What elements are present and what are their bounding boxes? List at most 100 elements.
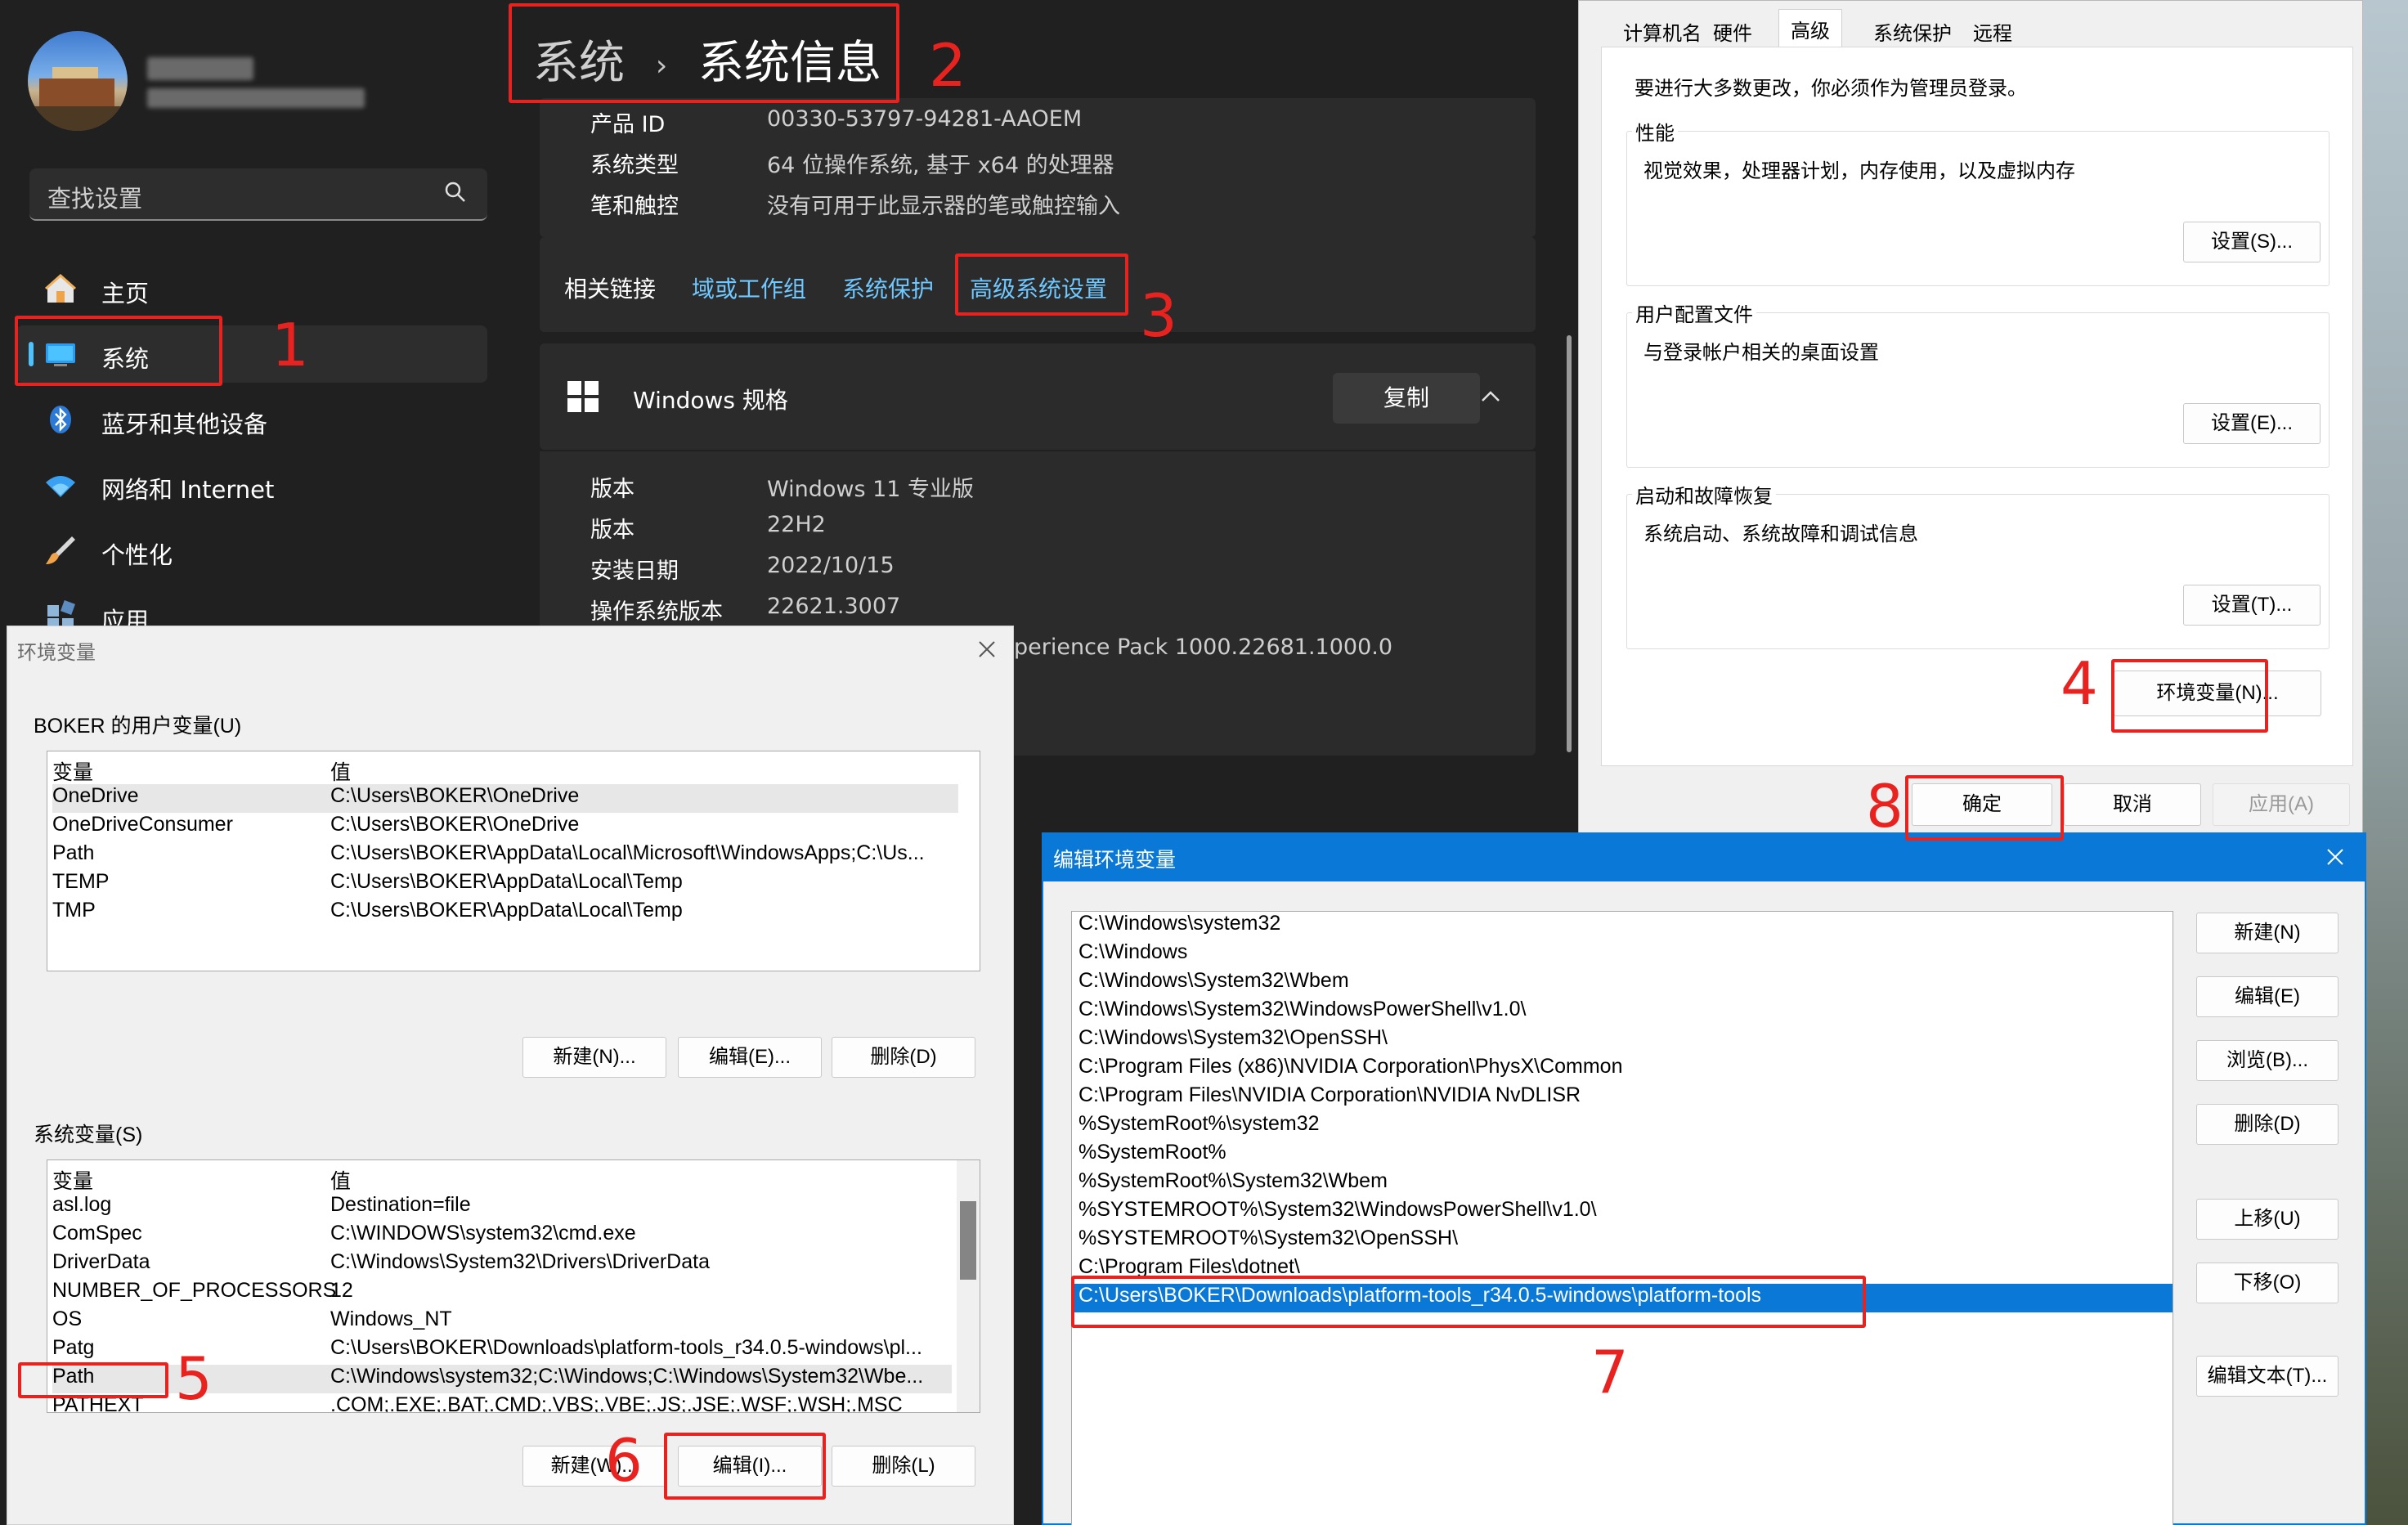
tab-hardware[interactable]: 硬件	[1702, 12, 1764, 48]
annotation-number: 6	[605, 1426, 643, 1495]
spec-key: 操作系统版本	[590, 599, 723, 625]
system-new-button[interactable]: 新建(W)...	[522, 1446, 666, 1487]
profile-settings-button[interactable]: 设置(E)...	[2183, 403, 2321, 444]
spec-key: 系统类型	[590, 153, 679, 178]
windows-spec-title: Windows 规格	[633, 387, 788, 414]
startup-settings-button[interactable]: 设置(T)...	[2183, 585, 2321, 626]
path-entries-list[interactable]: C:\Windows\system32 C:\Windows C:\Window…	[1071, 911, 2173, 1525]
spec-value: 2022/10/15	[767, 553, 895, 578]
path-edit-button[interactable]: 编辑(E)	[2196, 976, 2338, 1017]
spec-value: 00330-53797-94281-AAOEM	[767, 106, 1083, 132]
move-down-button[interactable]: 下移(O)	[2196, 1263, 2338, 1303]
annotation-number: 2	[929, 31, 966, 100]
tab-remote[interactable]: 远程	[1962, 12, 2024, 48]
list-item[interactable]: C:\Program Files\NVIDIA Corporation\NVID…	[1078, 1083, 1581, 1112]
edit-text-button[interactable]: 编辑文本(T)...	[2196, 1356, 2338, 1397]
user-edit-button[interactable]: 编辑(E)...	[678, 1037, 822, 1078]
list-item[interactable]: C:\Windows	[1078, 940, 1187, 969]
group-description: 系统启动、系统故障和调试信息	[1643, 523, 1918, 545]
close-icon[interactable]	[2325, 847, 2345, 867]
spec-key: 笔和触控	[590, 194, 679, 219]
list-item[interactable]: %SYSTEMROOT%\System32\WindowsPowerShell\…	[1078, 1198, 1597, 1227]
apply-button[interactable]: 应用(A)	[2213, 783, 2350, 826]
nav-item-network[interactable]: 网络和 Internet	[16, 456, 487, 514]
settings-scrollbar[interactable]	[1567, 335, 1572, 752]
column-header-variable[interactable]: 变量	[52, 756, 93, 786]
settings-search-box[interactable]: 查找设置	[29, 168, 487, 221]
list-item[interactable]: C:\Windows\System32\WindowsPowerShell\v1…	[1078, 998, 1526, 1026]
annotation-box	[955, 253, 1128, 316]
user-new-button[interactable]: 新建(N)...	[522, 1037, 666, 1078]
group-title: 启动和故障恢复	[1632, 480, 1776, 509]
system-vars-label: 系统变量(S)	[34, 1124, 143, 1146]
user-name-redacted	[147, 57, 253, 80]
column-header-value[interactable]: 值	[330, 1165, 351, 1195]
path-browse-button[interactable]: 浏览(B)...	[2196, 1040, 2338, 1081]
list-item[interactable]: %SYSTEMROOT%\System32\OpenSSH\	[1078, 1227, 1458, 1255]
path-delete-button[interactable]: 删除(D)	[2196, 1104, 2338, 1145]
search-icon[interactable]	[443, 180, 468, 204]
list-item[interactable]: C:\Windows\system32	[1078, 912, 1280, 940]
bluetooth-icon	[50, 406, 71, 433]
home-icon	[45, 273, 76, 303]
spec-value: 64 位操作系统, 基于 x64 的处理器	[767, 153, 1114, 178]
list-item[interactable]: C:\Windows\System32\Wbem	[1078, 969, 1349, 998]
spec-value: 22621.3007	[767, 594, 901, 619]
user-avatar[interactable]	[28, 31, 128, 131]
list-item[interactable]: %SystemRoot%\system32	[1078, 1112, 1320, 1141]
spec-value: Windows 11 专业版	[767, 477, 975, 502]
group-title: 用户配置文件	[1632, 298, 1756, 327]
nav-label: 个性化	[101, 541, 173, 569]
tab-computer-name[interactable]: 计算机名	[1612, 12, 1713, 48]
cancel-button[interactable]: 取消	[2064, 783, 2201, 826]
annotation-number: 7	[1591, 1338, 1629, 1406]
list-item[interactable]: C:\Program Files (x86)\NVIDIA Corporatio…	[1078, 1055, 1623, 1083]
system-delete-button[interactable]: 删除(L)	[832, 1446, 975, 1487]
copy-button[interactable]: 复制	[1333, 373, 1480, 424]
spec-key: 安装日期	[590, 558, 679, 584]
user-delete-button[interactable]: 删除(D)	[832, 1037, 975, 1078]
performance-group: 性能 视觉效果，处理器计划，内存使用，以及虚拟内存 设置(S)...	[1626, 117, 2330, 286]
list-item[interactable]: %SystemRoot%\System32\Wbem	[1078, 1169, 1388, 1198]
spec-key: 版本	[590, 518, 635, 543]
annotation-box	[2111, 659, 2268, 733]
dialog-titlebar[interactable]: 编辑环境变量	[1043, 834, 2365, 881]
nav-item-home[interactable]: 主页	[16, 260, 487, 317]
annotation-box	[15, 316, 222, 386]
close-icon[interactable]	[977, 639, 997, 659]
user-vars-list[interactable]: 变量 值 OneDrive C:\Users\BOKER\OneDrive One…	[47, 751, 980, 971]
startup-recovery-group: 启动和故障恢复 系统启动、系统故障和调试信息 设置(T)...	[1626, 480, 2330, 649]
table-row[interactable]: OneDrive C:\Users\BOKER\OneDrive	[52, 784, 958, 813]
annotation-box	[1905, 775, 2064, 841]
annotation-number: 8	[1866, 772, 1904, 841]
chevron-up-icon[interactable]	[1480, 389, 1501, 404]
performance-settings-button[interactable]: 设置(S)...	[2183, 222, 2321, 262]
path-new-button[interactable]: 新建(N)	[2196, 913, 2338, 953]
nav-item-bluetooth[interactable]: 蓝牙和其他设备	[16, 391, 487, 448]
group-title: 性能	[1632, 117, 1678, 146]
search-placeholder: 查找设置	[47, 185, 143, 213]
link-system-protection[interactable]: 系统保护	[842, 271, 934, 304]
column-header-variable[interactable]: 变量	[52, 1165, 93, 1195]
nav-item-personalization[interactable]: 个性化	[16, 522, 487, 579]
nav-label: 主页	[101, 280, 150, 307]
annotation-box	[18, 1362, 168, 1398]
nav-label: 蓝牙和其他设备	[101, 410, 268, 438]
tab-system-protection[interactable]: 系统保护	[1862, 12, 1963, 48]
annotation-box	[1071, 1276, 1866, 1328]
scrollbar-thumb[interactable]	[960, 1201, 976, 1280]
move-up-button[interactable]: 上移(U)	[2196, 1199, 2338, 1240]
user-email-redacted	[147, 88, 365, 108]
scrollbar-track[interactable]	[957, 1160, 980, 1412]
wifi-icon	[46, 476, 75, 497]
link-domain-workgroup[interactable]: 域或工作组	[692, 271, 806, 304]
spec-value: 22H2	[767, 512, 826, 537]
tab-advanced[interactable]: 高级	[1778, 9, 1842, 48]
windows-spec-header[interactable]: Windows 规格 复制	[540, 343, 1536, 450]
list-item[interactable]: C:\Windows\System32\OpenSSH\	[1078, 1026, 1388, 1055]
column-header-value[interactable]: 值	[330, 756, 351, 786]
windows-logo-icon	[567, 381, 599, 412]
annotation-number: 4	[2060, 649, 2098, 718]
related-links-label: 相关链接	[564, 276, 657, 303]
list-item[interactable]: %SystemRoot%	[1078, 1141, 1226, 1169]
